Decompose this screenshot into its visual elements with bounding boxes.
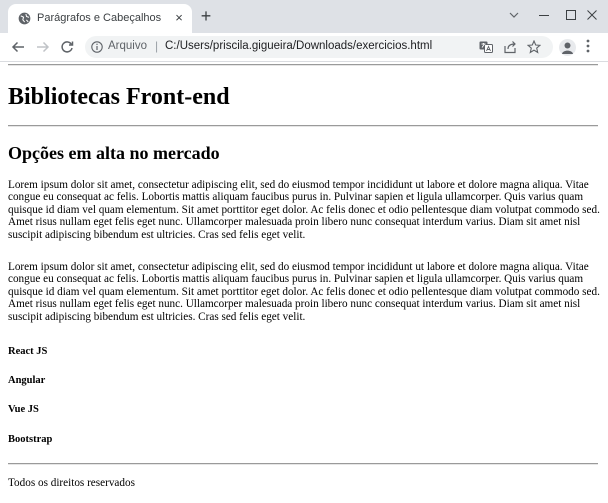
tab-close-button[interactable]: ×: [171, 10, 187, 26]
info-icon[interactable]: [91, 41, 103, 53]
chevron-down-icon: [509, 12, 519, 18]
bookmark-star-icon[interactable]: [527, 40, 541, 54]
minimize-icon: [539, 15, 549, 16]
new-tab-button[interactable]: +: [196, 6, 216, 26]
translate-icon[interactable]: [479, 40, 493, 54]
profile-button[interactable]: [559, 39, 576, 56]
title-rule: [8, 125, 598, 127]
library-heading-bootstrap: Bootstrap: [8, 434, 53, 445]
url-separator: |: [155, 39, 159, 53]
forward-icon: [37, 41, 50, 53]
library-heading-react: React JS: [8, 346, 48, 357]
back-button[interactable]: [8, 37, 28, 57]
paragraph-1: Lorem ipsum dolor sit amet, consectetur …: [8, 179, 600, 241]
browser-toolbar: Arquivo | C:/Users/priscila.gigueira/Dow…: [0, 33, 608, 61]
tab-strip: Parágrafos e Cabeçalhos × +: [0, 0, 608, 33]
footer-text: Todos os direitos reservados: [8, 477, 135, 489]
globe-icon: [18, 12, 31, 25]
section-heading: Opções em alta no mercado: [8, 143, 220, 163]
footer-rule: [8, 463, 598, 465]
back-icon: [11, 41, 24, 53]
top-rule: [8, 64, 598, 66]
profile-icon: [562, 42, 573, 54]
address-bar[interactable]: Arquivo | C:/Users/priscila.gigueira/Dow…: [85, 36, 553, 58]
library-heading-angular: Angular: [8, 375, 46, 386]
tab-title: Parágrafos e Cabeçalhos: [37, 12, 162, 24]
browser-tab[interactable]: Parágrafos e Cabeçalhos ×: [8, 4, 192, 33]
library-heading-vue: Vue JS: [8, 404, 39, 415]
close-window-button[interactable]: [572, 0, 608, 30]
page-content: Bibliotecas Front-end Opções em alta no …: [0, 62, 608, 503]
menu-icon: [586, 39, 590, 53]
reload-icon: [61, 41, 74, 53]
menu-button[interactable]: [583, 39, 593, 55]
share-icon[interactable]: [503, 40, 517, 54]
url-text[interactable]: C:/Users/priscila.gigueira/Downloads/exe…: [165, 40, 432, 52]
forward-button[interactable]: [33, 37, 53, 57]
paragraph-2: Lorem ipsum dolor sit amet, consectetur …: [8, 261, 600, 323]
page-title: Bibliotecas Front-end: [8, 84, 230, 110]
reload-button[interactable]: [57, 37, 77, 57]
url-scheme-label: Arquivo: [108, 40, 147, 52]
close-icon: [587, 10, 597, 20]
